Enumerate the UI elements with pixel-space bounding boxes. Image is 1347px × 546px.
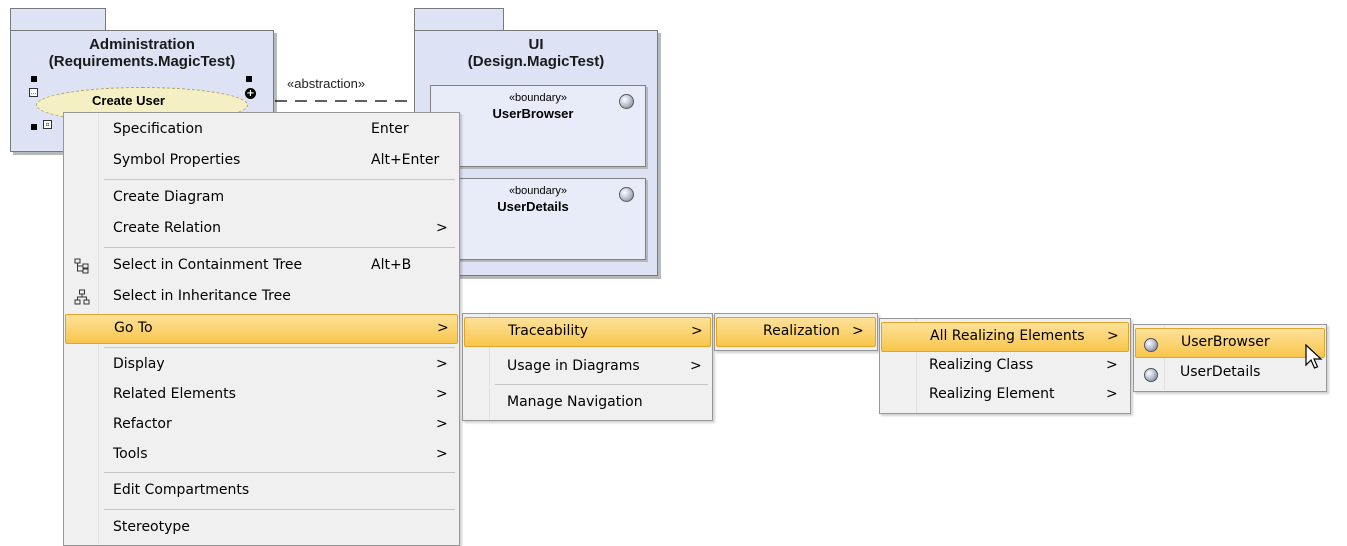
menu-item-label: Realization (763, 323, 840, 339)
menu-item-label: Select in Inheritance Tree (113, 288, 291, 304)
menu-item-create-relation[interactable]: Create Relation > (66, 215, 457, 243)
menu-item-shortcut: Enter (371, 121, 409, 137)
abstraction-dependency-line[interactable] (255, 95, 435, 107)
package-qualifier: (Requirements.MagicTest) (48, 53, 236, 70)
menu-separator (104, 179, 455, 180)
menu-item-label: Stereotype (113, 519, 190, 535)
boundary-icon (619, 187, 634, 202)
expand-icon[interactable]: ▫ (43, 120, 52, 129)
menu-item-traceability[interactable]: Traceability > (464, 317, 711, 347)
submenu-arrow: > (436, 356, 448, 372)
menu-separator (495, 384, 708, 385)
menu-item-go-to[interactable]: Go To > (65, 314, 458, 344)
containment-tree-icon (74, 258, 90, 274)
boundary-class-icon (1144, 368, 1158, 382)
boundary-icon (619, 94, 634, 109)
menu-item-label: Traceability (508, 323, 589, 339)
submenu-arrow: > (1106, 386, 1118, 402)
menu-item-display[interactable]: Display > (66, 351, 457, 379)
menu-item-edit-compartments[interactable]: Edit Compartments (66, 477, 457, 505)
submenu-arrow: > (437, 320, 449, 336)
menu-item-create-diagram[interactable]: Create Diagram (66, 184, 457, 212)
menu-item-label: Tools (113, 446, 148, 462)
realizing-elements-submenu: UserBrowser UserDetails (1133, 324, 1327, 392)
submenu-arrow: > (852, 323, 864, 339)
menu-item-label: Display (113, 356, 165, 372)
menu-item-stereotype[interactable]: Stereotype (66, 514, 457, 542)
menu-item-userbrowser[interactable]: UserBrowser (1135, 328, 1325, 358)
package-qualifier: (Design.MagicTest) (467, 53, 605, 70)
goto-submenu: Traceability > Usage in Diagrams > Manag… (462, 313, 713, 421)
selection-handle[interactable] (31, 76, 37, 82)
menu-separator (104, 347, 455, 348)
selection-handle[interactable] (246, 76, 252, 82)
mouse-cursor-icon (1305, 344, 1323, 369)
menu-item-symbol-properties[interactable]: Symbol Properties Alt+Enter (66, 147, 457, 175)
menu-item-shortcut: Alt+Enter (371, 152, 440, 168)
submenu-arrow: > (691, 323, 703, 339)
menu-item-label: Realizing Class (929, 357, 1034, 373)
menu-item-label: All Realizing Elements (930, 328, 1085, 344)
inheritance-tree-icon (74, 289, 90, 305)
menu-item-label: Edit Compartments (113, 482, 250, 498)
submenu-arrow: > (1107, 328, 1119, 344)
menu-item-shortcut: Alt+B (371, 257, 412, 273)
menu-item-realizing-class[interactable]: Realizing Class > (882, 352, 1128, 380)
menu-item-select-in-containment-tree[interactable]: Select in Containment Tree Alt+B (66, 252, 457, 280)
menu-item-label: UserDetails (1180, 364, 1261, 380)
package-tab (10, 8, 106, 32)
menu-item-label: UserBrowser (1181, 334, 1270, 350)
traceability-submenu: Realization > (714, 313, 878, 351)
use-case-label: Create User (92, 93, 165, 108)
realization-submenu: All Realizing Elements > Realizing Class… (879, 318, 1131, 414)
menu-item-all-realizing-elements[interactable]: All Realizing Elements > (881, 322, 1129, 352)
menu-item-label: Manage Navigation (507, 394, 643, 410)
submenu-arrow: > (690, 358, 702, 374)
submenu-arrow: > (436, 386, 448, 402)
menu-item-realizing-element[interactable]: Realizing Element > (882, 381, 1128, 409)
menu-item-manage-navigation[interactable]: Manage Navigation (465, 389, 710, 417)
abstraction-label: «abstraction» (287, 76, 366, 91)
boundary-class-icon (1144, 338, 1158, 352)
menu-item-userdetails[interactable]: UserDetails (1136, 359, 1324, 387)
package-tab (414, 8, 504, 32)
menu-item-label: Create Relation (113, 220, 221, 236)
menu-item-label: Select in Containment Tree (113, 257, 303, 273)
selection-handle[interactable] (31, 124, 37, 130)
menu-separator (104, 509, 455, 510)
class-userbrowser[interactable]: «boundary» UserBrowser (430, 85, 646, 167)
menu-item-label: Create Diagram (113, 189, 225, 205)
menu-item-label: Go To (114, 320, 153, 336)
package-name: UI (528, 36, 544, 53)
submenu-arrow: > (436, 220, 448, 236)
menu-item-realization[interactable]: Realization > (716, 317, 876, 347)
submenu-arrow: > (436, 446, 448, 462)
package-name: Administration (89, 36, 195, 53)
menu-item-specification[interactable]: Specification Enter (66, 116, 457, 144)
menu-item-tools[interactable]: Tools > (66, 441, 457, 469)
menu-item-label: Symbol Properties (113, 152, 241, 168)
menu-separator (104, 472, 455, 473)
menu-item-related-elements[interactable]: Related Elements > (66, 381, 457, 409)
class-userdetails[interactable]: «boundary» UserDetails (430, 178, 646, 260)
menu-item-select-in-inheritance-tree[interactable]: Select in Inheritance Tree (66, 283, 457, 311)
menu-item-label: Usage in Diagrams (507, 358, 640, 374)
context-menu: Specification Enter Symbol Properties Al… (63, 112, 460, 546)
submenu-arrow: > (436, 416, 448, 432)
menu-item-label: Related Elements (113, 386, 236, 402)
menu-item-usage-in-diagrams[interactable]: Usage in Diagrams > (465, 353, 710, 381)
menu-item-label: Specification (113, 121, 203, 137)
class-stereotype: «boundary» (508, 92, 568, 104)
menu-item-refactor[interactable]: Refactor > (66, 411, 457, 439)
smart-manipulator-icon[interactable]: … (29, 88, 38, 97)
submenu-arrow: > (1106, 357, 1118, 373)
menu-separator (104, 247, 455, 248)
class-stereotype: «boundary» (508, 185, 568, 197)
menu-item-label: Realizing Element (929, 386, 1055, 402)
menu-item-label: Refactor (113, 416, 172, 432)
